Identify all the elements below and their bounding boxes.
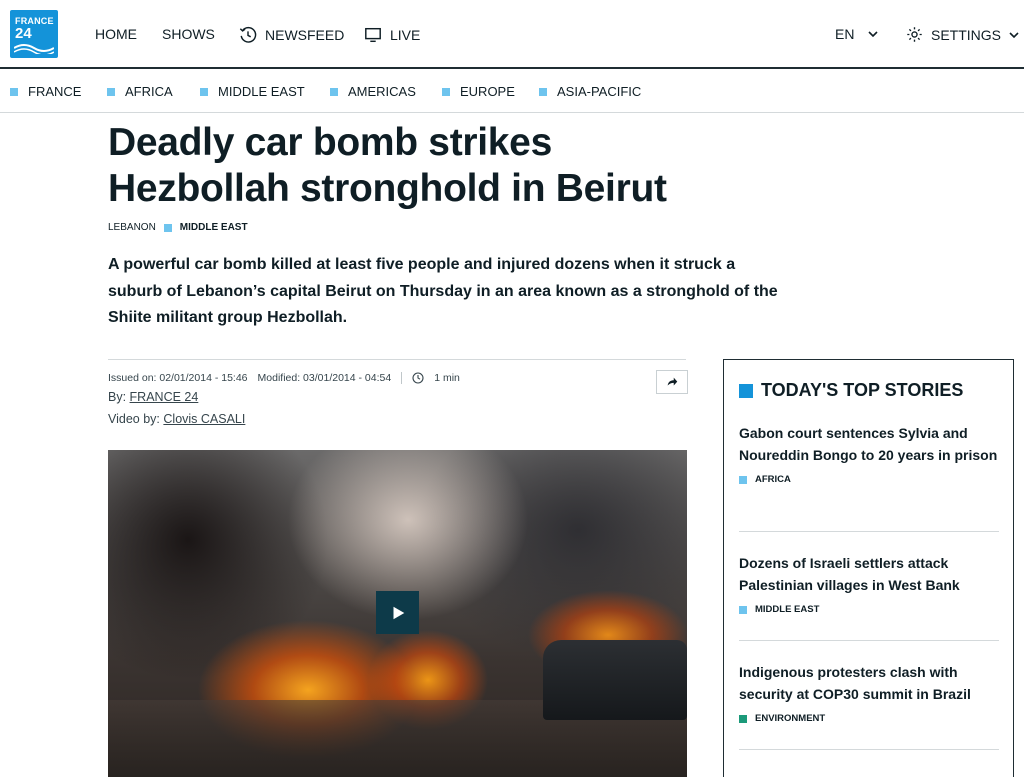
top-stories-title: TODAY'S TOP STORIES [761, 380, 964, 400]
settings-button[interactable]: SETTINGS [906, 26, 1019, 43]
video-author-link[interactable]: Clovis CASALI [163, 412, 245, 426]
play-icon [393, 606, 404, 619]
article-headline: Deadly car bomb strikes Hezbollah strong… [108, 120, 748, 212]
meta-separator [401, 372, 403, 384]
video-credit-label: Video by: [108, 412, 160, 426]
read-time: 1 min [434, 372, 460, 384]
region-middle-east[interactable]: MIDDLE EAST [200, 84, 305, 99]
region-france[interactable]: FRANCE [10, 84, 81, 99]
story-divider [739, 531, 999, 532]
region-navigation: FRANCE AFRICA MIDDLE EAST AMERICAS EUROP… [0, 71, 1024, 113]
region-asia-pacific[interactable]: ASIA-PACIFIC [539, 84, 641, 99]
history-icon [239, 26, 257, 43]
article-meta: Issued on: 02/01/2014 - 15:46 Modified: … [108, 372, 460, 384]
top-navigation: FRANCE 24 HOME SHOWS NEWSFEED LIVE EN SE… [0, 0, 1024, 69]
chevron-down-icon [868, 31, 879, 38]
story-title[interactable]: Indigenous protesters clash with securit… [739, 662, 999, 705]
nav-newsfeed-label: NEWSFEED [265, 27, 345, 43]
category-marker [739, 605, 747, 614]
category-marker [739, 475, 747, 484]
byline-label: By: [108, 390, 127, 404]
region-europe[interactable]: EUROPE [442, 84, 515, 99]
nav-newsfeed[interactable]: NEWSFEED [239, 26, 344, 44]
region-label: EUROPE [460, 84, 515, 99]
chevron-down-icon [1009, 31, 1019, 38]
headline-line-1: Deadly car bomb strikes [108, 121, 552, 164]
category-marker [739, 714, 747, 723]
story-divider [739, 640, 999, 641]
byline: By: FRANCE 24 [108, 390, 198, 404]
region-label: MIDDLE EAST [218, 84, 305, 99]
language-selector[interactable]: EN [835, 26, 879, 42]
region-africa[interactable]: AFRICA [107, 84, 173, 99]
tv-icon [365, 27, 381, 43]
story-category: MIDDLE EAST [739, 604, 999, 615]
france24-logo[interactable]: FRANCE 24 [10, 10, 58, 58]
meta-divider [108, 359, 686, 360]
heading-marker [739, 383, 753, 398]
top-stories-heading: TODAY'S TOP STORIES [739, 380, 963, 401]
region-label: AFRICA [125, 84, 173, 99]
tag-marker [163, 223, 172, 232]
video-credit: Video by: Clovis CASALI [108, 412, 245, 426]
region-marker [330, 87, 338, 96]
settings-label: SETTINGS [931, 26, 1002, 43]
nav-shows[interactable]: SHOWS [162, 26, 215, 42]
article-video[interactable] [108, 450, 687, 777]
region-marker [200, 87, 208, 96]
gear-icon [907, 27, 922, 42]
tag-lebanon[interactable]: LEBANON [108, 222, 156, 233]
share-icon [667, 377, 678, 386]
region-label: AMERICAS [348, 84, 416, 99]
story-category: AFRICA [739, 474, 999, 485]
region-label: ASIA-PACIFIC [557, 84, 642, 99]
story-divider [739, 749, 999, 750]
region-marker [10, 87, 18, 96]
top-stories-panel: TODAY'S TOP STORIES Gabon court sentence… [723, 359, 1014, 777]
region-label: FRANCE [28, 84, 82, 99]
logo-wave-icon [14, 44, 54, 54]
story-item[interactable]: Dozens of Israeli settlers attack Palest… [739, 553, 999, 615]
story-category: ENVIRONMENT [739, 713, 999, 724]
video-scene-car [543, 640, 687, 720]
story-category-label[interactable]: ENVIRONMENT [755, 713, 825, 724]
byline-author-link[interactable]: FRANCE 24 [130, 390, 199, 404]
language-label: EN [835, 26, 855, 42]
region-marker [442, 87, 450, 96]
tag-middle-east[interactable]: MIDDLE EAST [180, 222, 248, 233]
article-lede: A powerful car bomb killed at least five… [108, 256, 778, 326]
modified-date: Modified: 03/01/2014 - 04:54 [257, 372, 392, 384]
story-title[interactable]: Gabon court sentences Sylvia and Nouredd… [739, 423, 999, 466]
story-item[interactable]: Indigenous protesters clash with securit… [739, 662, 999, 724]
region-marker [107, 87, 115, 96]
story-item[interactable]: Gabon court sentences Sylvia and Nouredd… [739, 423, 999, 485]
story-category-label[interactable]: AFRICA [755, 474, 791, 485]
nav-shows-label: SHOWS [162, 26, 215, 42]
play-button[interactable] [376, 591, 419, 634]
headline-line-2: Hezbollah stronghold in Beirut [108, 167, 667, 210]
nav-home-label: HOME [95, 26, 137, 42]
nav-home[interactable]: HOME [95, 26, 137, 42]
nav-live-label: LIVE [390, 27, 421, 43]
story-title[interactable]: Dozens of Israeli settlers attack Palest… [739, 553, 999, 596]
article-tags: LEBANON MIDDLE EAST [108, 222, 248, 233]
story-category-label[interactable]: MIDDLE EAST [755, 604, 819, 615]
logo-text-24: 24 [15, 25, 32, 42]
share-button[interactable] [656, 370, 688, 394]
issued-date: Issued on: 02/01/2014 - 15:46 [108, 372, 248, 384]
nav-live[interactable]: LIVE [364, 26, 420, 44]
region-americas[interactable]: AMERICAS [330, 84, 416, 99]
clock-icon [412, 372, 424, 384]
region-marker [539, 87, 547, 96]
